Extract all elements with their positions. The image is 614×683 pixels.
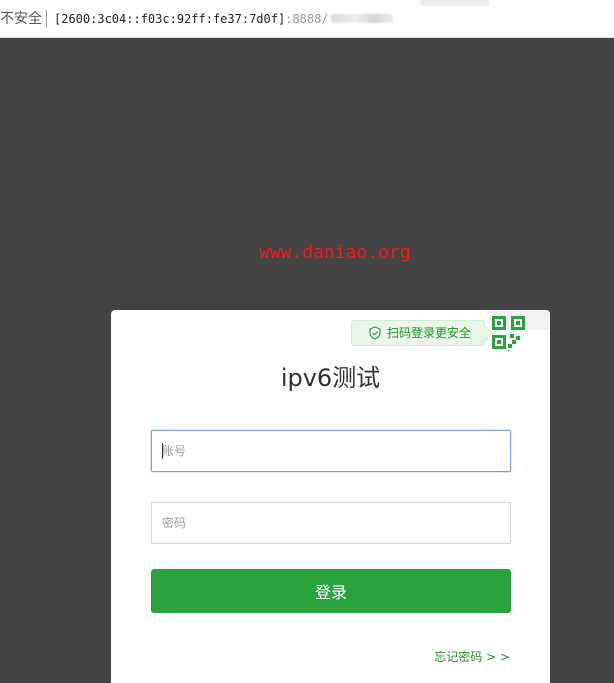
qr-login-hint-text: 扫码登录更安全 [387,326,472,340]
account-input[interactable] [151,430,511,472]
address-separator [46,10,47,28]
url-port: :8888/ [285,12,329,26]
security-indicator[interactable]: 不安全 [0,11,42,27]
password-input[interactable] [151,502,511,544]
qr-login-hint-badge[interactable]: 扫码登录更安全 [351,320,485,346]
toolbar-ghost [420,0,490,6]
login-title: ipv6测试 [280,364,381,392]
shield-check-icon [369,326,381,340]
address-bar[interactable]: 不安全 [2600:3c04::f03c:92ff:fe37:7d0f]:888… [0,0,614,38]
forgot-password-link[interactable]: 忘记密码 > > [434,650,510,664]
text-caret [162,443,163,459]
login-button[interactable]: 登录 [151,569,511,613]
url-path-redacted [330,14,393,23]
url-host: [2600:3c04::f03c:92ff:fe37:7d0f] [54,12,286,26]
watermark-text: www.daniao.org [259,242,411,263]
login-card: 扫码登录更安全 ipv6测试 账号 登录 忘记密码 > > [111,310,550,683]
url-text[interactable]: [2600:3c04::f03c:92ff:fe37:7d0f]:8888/ [54,11,393,27]
